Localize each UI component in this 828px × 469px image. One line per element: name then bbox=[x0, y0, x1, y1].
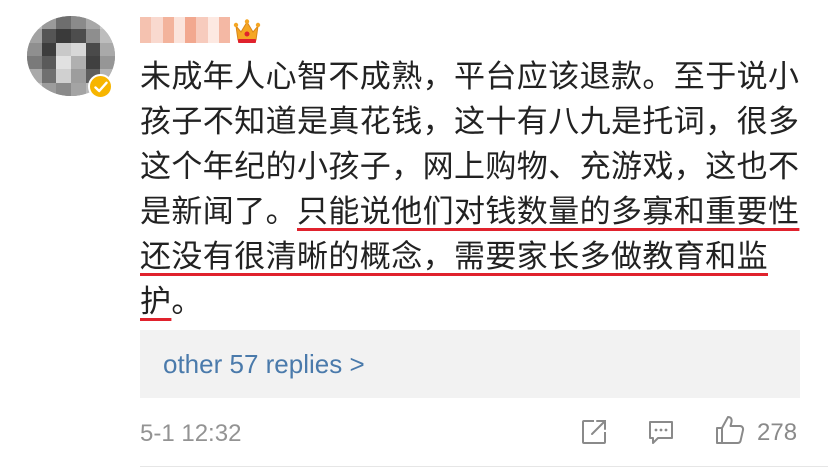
avatar-pixel bbox=[85, 16, 102, 31]
comment-text: 未成年人心智不成熟，平台应该退款。至于说小孩子不知道是真花钱，这十有八九是托词，… bbox=[140, 55, 800, 325]
verified-check-icon bbox=[88, 74, 113, 99]
username-pixel bbox=[218, 17, 230, 43]
avatar-pixel bbox=[27, 16, 43, 31]
avatar-pixel bbox=[100, 16, 115, 31]
avatar-pixel bbox=[71, 56, 87, 71]
avatar-pixel bbox=[56, 42, 72, 57]
avatar-pixel bbox=[41, 69, 58, 84]
avatar-pixel bbox=[71, 42, 87, 57]
replies-box: other 57 replies > bbox=[140, 330, 800, 398]
avatar-pixel bbox=[71, 16, 87, 31]
avatar-pixel bbox=[85, 42, 102, 57]
avatar-pixel bbox=[56, 69, 72, 84]
comment-icon[interactable] bbox=[647, 418, 675, 446]
username-pixel bbox=[207, 17, 219, 43]
avatar-pixel bbox=[71, 69, 87, 84]
like-count: 278 bbox=[757, 419, 798, 446]
avatar-pixel bbox=[56, 82, 72, 96]
avatar-pixel bbox=[56, 16, 72, 31]
username-pixel bbox=[196, 17, 208, 43]
avatar-pixel bbox=[100, 29, 115, 44]
avatar-pixel bbox=[100, 42, 115, 57]
username[interactable] bbox=[140, 17, 230, 43]
avatar-pixel bbox=[85, 29, 102, 44]
avatar-pixel bbox=[71, 29, 87, 44]
avatar-pixel bbox=[41, 82, 58, 96]
avatar-pixel bbox=[41, 16, 58, 31]
share-icon[interactable] bbox=[580, 418, 608, 446]
avatar-pixel bbox=[100, 56, 115, 71]
more-replies-link[interactable]: other 57 replies > bbox=[163, 349, 365, 380]
avatar-pixel bbox=[41, 42, 58, 57]
comment-card: 未成年人心智不成熟，平台应该退款。至于说小孩子不知道是真花钱，这十有八九是托词，… bbox=[0, 0, 828, 469]
avatar-pixel bbox=[27, 82, 43, 96]
crown-icon bbox=[233, 19, 261, 43]
comment-text-end: 。 bbox=[171, 284, 203, 320]
username-pixel bbox=[162, 17, 174, 43]
avatar-pixel bbox=[41, 29, 58, 44]
timestamp: 5-1 12:32 bbox=[140, 420, 242, 447]
avatar-pixel bbox=[56, 56, 72, 71]
thumbs-up-icon[interactable] bbox=[714, 414, 746, 446]
avatar-pixel bbox=[27, 29, 43, 44]
username-pixel bbox=[151, 17, 163, 43]
username-pixel bbox=[173, 17, 185, 43]
avatar-pixel bbox=[27, 42, 43, 57]
avatar-pixel bbox=[56, 29, 72, 44]
username-pixel bbox=[140, 17, 152, 43]
avatar-pixel bbox=[85, 56, 102, 71]
divider bbox=[140, 466, 828, 467]
username-pixel bbox=[185, 17, 197, 43]
avatar-pixel bbox=[41, 56, 58, 71]
avatar-pixel bbox=[71, 82, 87, 96]
avatar-pixel bbox=[27, 56, 43, 71]
avatar-pixel bbox=[27, 69, 43, 84]
